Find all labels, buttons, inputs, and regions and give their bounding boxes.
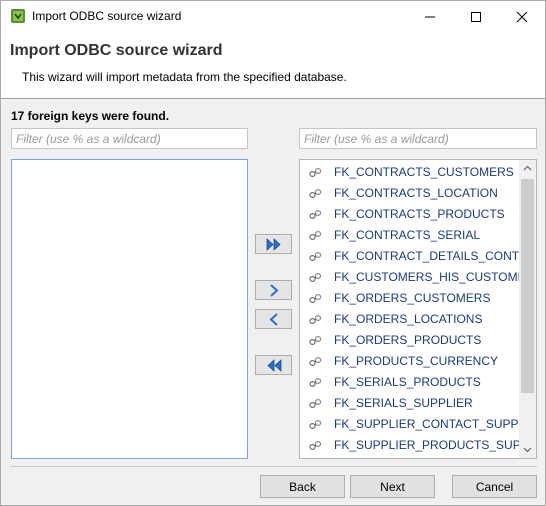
close-icon [516,11,528,23]
page-description: This wizard will import metadata from th… [22,70,347,84]
double-chevron-right-icon [266,238,281,251]
list-item[interactable]: FK_CONTRACTS_PRODUCTS [300,204,519,225]
title-bar: Import ODBC source wizard [1,1,545,32]
foreign-key-icon [309,230,322,241]
foreign-key-label: FK_SUPPLIER_CONTACT_SUPPLIER [334,417,519,431]
scroll-up-icon[interactable] [519,160,536,177]
move-right-button[interactable] [255,280,292,300]
foreign-key-label: FK_ORDERS_CUSTOMERS [334,291,491,305]
available-keys-list[interactable]: FK_CONTRACTS_CUSTOMERS FK_CONTRACTS_LOCAT… [299,159,537,459]
foreign-key-icon [309,440,322,451]
foreign-key-label: FK_ORDERS_PRODUCTS [334,333,482,347]
chevron-left-icon [269,313,278,326]
foreign-key-icon [309,335,322,346]
foreign-key-icon [309,272,322,283]
foreign-key-icon [309,293,322,304]
maximize-button[interactable] [453,1,499,32]
cancel-button[interactable]: Cancel [452,475,537,498]
list-item[interactable]: FK_CONTRACTS_LOCATION [300,183,519,204]
list-item[interactable]: FK_SUPPLIER_CONTACT_SUPPLIER [300,414,519,435]
list-item[interactable]: FK_ORDERS_CUSTOMERS [300,288,519,309]
scrollbar-thumb[interactable] [521,179,534,393]
move-left-button[interactable] [255,309,292,329]
list-item[interactable]: FK_SERIALS_PRODUCTS [300,372,519,393]
foreign-key-icon [309,314,322,325]
foreign-key-label: FK_CONTRACTS_PRODUCTS [334,207,505,221]
scroll-down-icon[interactable] [519,441,536,458]
foreign-key-count-label: 17 foreign keys were found. [11,109,170,123]
chevron-right-icon [270,284,279,297]
foreign-key-icon [309,356,322,367]
vertical-scrollbar[interactable] [519,160,536,458]
next-button[interactable]: Next [350,475,435,498]
minimize-button[interactable] [407,1,453,32]
list-item[interactable]: FK_CONTRACTS_CUSTOMERS [300,162,519,183]
available-keys-items: FK_CONTRACTS_CUSTOMERS FK_CONTRACTS_LOCAT… [300,162,519,456]
wizard-header: Import ODBC source wizard This wizard wi… [1,32,545,99]
right-filter-input[interactable] [299,128,537,149]
foreign-key-label: FK_CONTRACTS_CUSTOMERS [334,165,514,179]
foreign-key-label: FK_PRODUCTS_CURRENCY [334,354,499,368]
double-chevron-left-icon [267,359,282,372]
back-button[interactable]: Back [260,475,345,498]
window-title: Import ODBC source wizard [32,9,182,23]
selected-keys-list[interactable] [11,159,248,459]
page-title: Import ODBC source wizard [10,42,223,59]
wizard-window: Import ODBC source wizard Import ODBC so… [0,0,546,506]
list-item[interactable]: FK_ORDERS_PRODUCTS [300,330,519,351]
list-item[interactable]: FK_CONTRACTS_SERIAL [300,225,519,246]
footer-separator [11,466,537,467]
foreign-key-label: FK_CONTRACTS_LOCATION [334,186,498,200]
left-filter-input[interactable] [11,128,248,149]
list-item[interactable]: FK_PRODUCTS_CURRENCY [300,351,519,372]
list-item[interactable]: FK_SUPPLIER_PRODUCTS_SUPPLIER [300,435,519,456]
foreign-key-label: FK_CONTRACT_DETAILS_CONTRACTS [334,249,519,263]
foreign-key-label: FK_ORDERS_LOCATIONS [334,312,483,326]
list-item[interactable]: FK_CUSTOMERS_HIS_CUSTOMERS2 [300,267,519,288]
list-item[interactable]: FK_CONTRACT_DETAILS_CONTRACTS [300,246,519,267]
foreign-key-icon [309,251,322,262]
move-all-right-button[interactable] [255,234,292,254]
close-button[interactable] [499,1,545,32]
foreign-key-label: FK_SUPPLIER_PRODUCTS_SUPPLIER [334,438,519,452]
foreign-key-icon [309,209,322,220]
foreign-key-label: FK_SERIALS_PRODUCTS [334,375,481,389]
foreign-key-icon [309,167,322,178]
list-item[interactable]: FK_ORDERS_LOCATIONS [300,309,519,330]
odbc-wizard-icon [11,9,25,23]
list-item[interactable]: FK_SERIALS_SUPPLIER [300,393,519,414]
foreign-key-icon [309,377,322,388]
foreign-key-label: FK_CONTRACTS_SERIAL [334,228,481,242]
maximize-icon [471,12,481,22]
minimize-icon [425,16,435,18]
foreign-key-label: FK_CUSTOMERS_HIS_CUSTOMERS2 [334,270,519,284]
foreign-key-icon [309,419,322,430]
foreign-key-icon [309,398,322,409]
foreign-key-label: FK_SERIALS_SUPPLIER [334,396,473,410]
move-all-left-button[interactable] [255,355,292,375]
foreign-key-icon [309,188,322,199]
